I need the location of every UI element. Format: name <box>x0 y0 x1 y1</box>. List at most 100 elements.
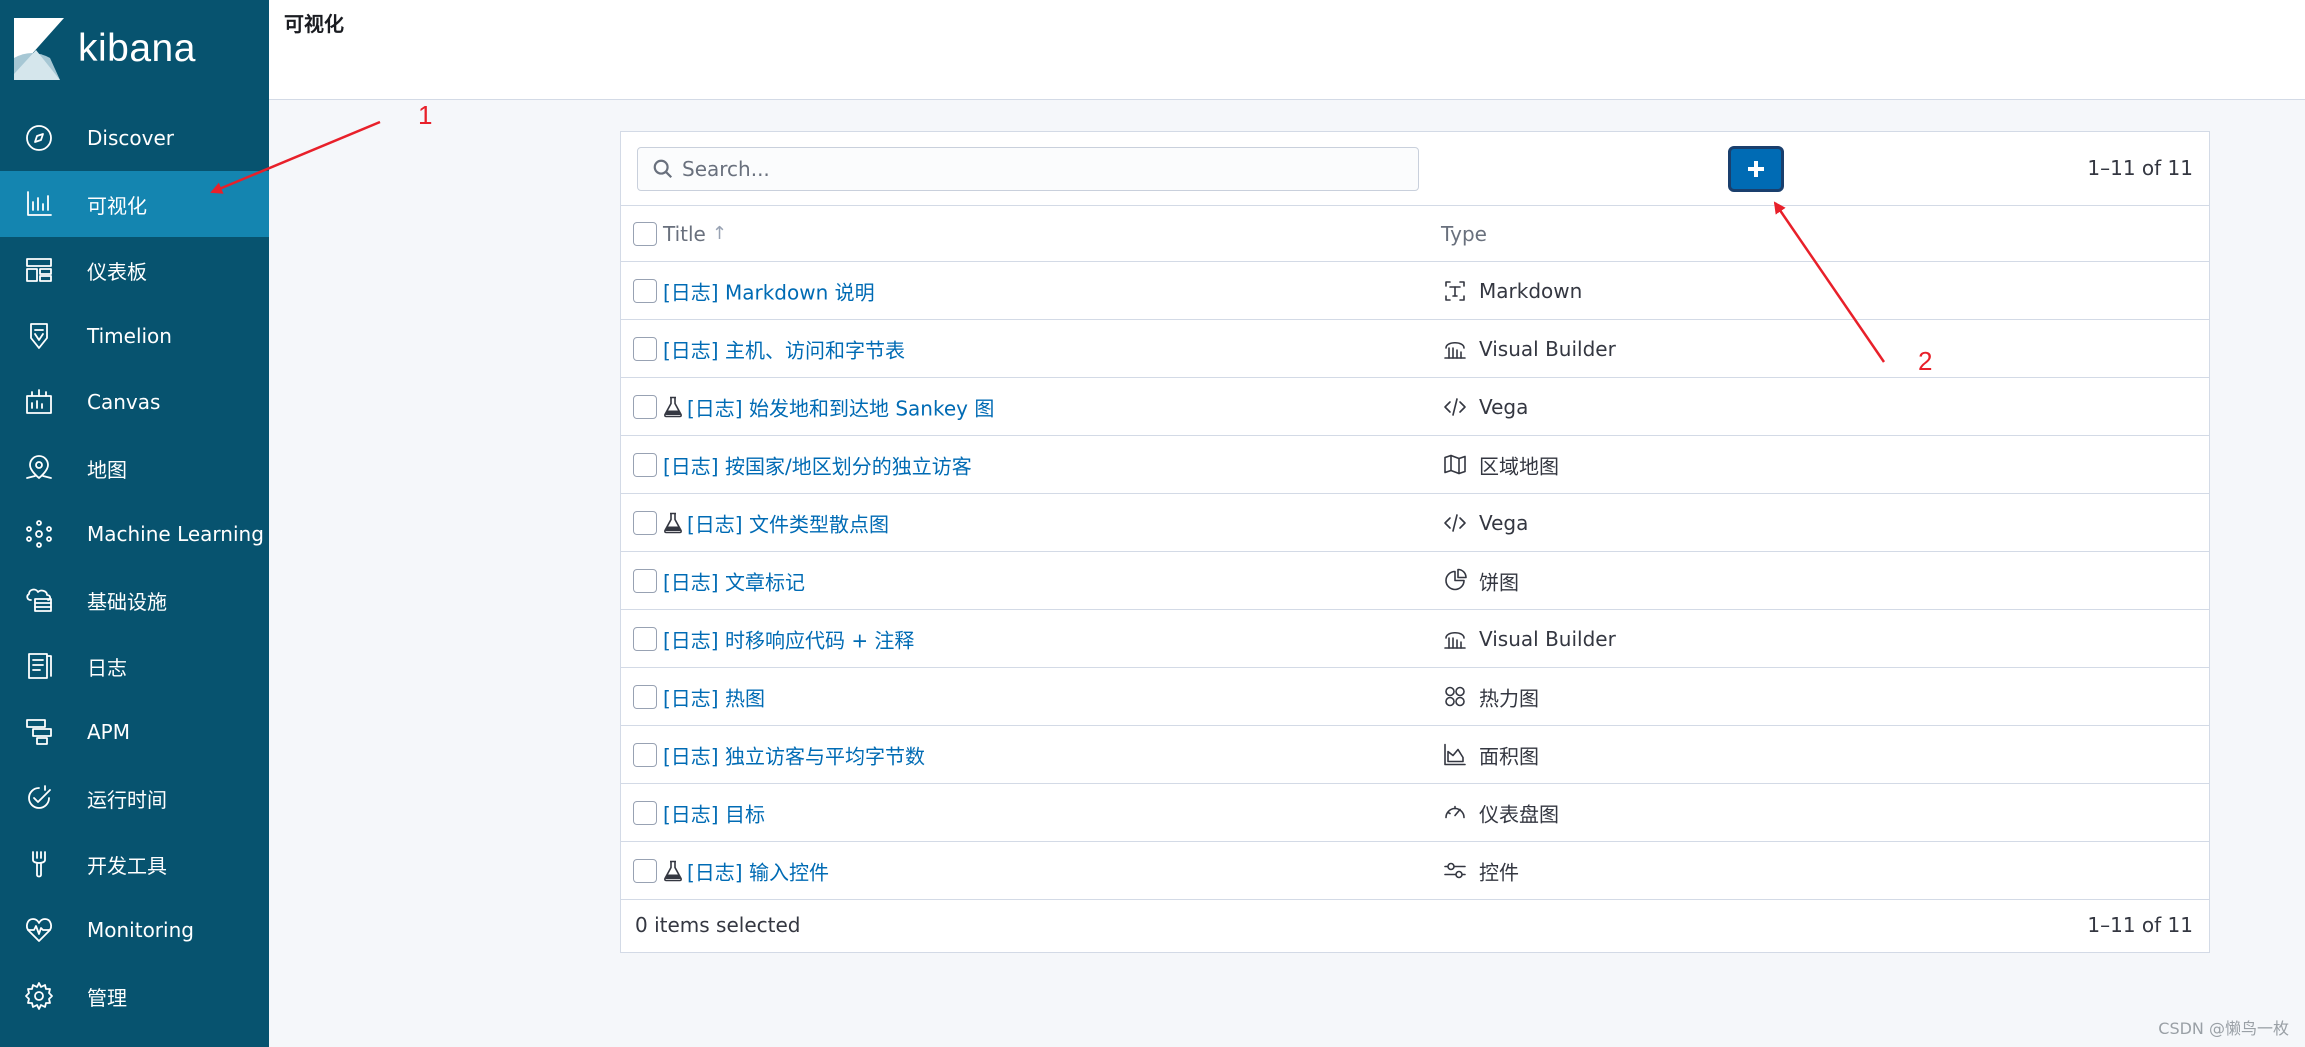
sidebar-item-10[interactable]: 运行时间 <box>0 765 269 831</box>
pagination-count-top: 1–11 of 11 <box>2087 156 2193 180</box>
row-type-cell: 热力图 <box>1441 682 1539 711</box>
row-checkbox[interactable] <box>633 394 657 419</box>
search-input[interactable] <box>682 157 1402 181</box>
table-footer: 0 items selected 1–11 of 11 <box>621 897 2209 953</box>
sidebar-item-0[interactable]: Discover <box>0 105 269 171</box>
row-type-cell: Visual Builder <box>1441 335 1616 363</box>
uptime-icon <box>22 781 56 815</box>
visualization-title-link[interactable]: [日志] 时移响应代码 + 注释 <box>663 624 914 653</box>
table-body: [日志] Markdown 说明 Markdown [日志] 主机、访问和字节表 Vi… <box>621 262 2209 900</box>
apm-icon <box>22 715 56 749</box>
logo-text: kibana <box>78 27 196 70</box>
sidebar-item-label: 日志 <box>87 655 127 680</box>
visualization-title-link[interactable]: [日志] 主机、访问和字节表 <box>663 334 905 363</box>
sidebar-item-label: Discover <box>87 126 174 150</box>
row-title-cell: [日志] 文件类型散点图 <box>663 508 889 537</box>
dev-tools-icon <box>22 847 56 881</box>
search-box[interactable] <box>637 147 1419 191</box>
sidebar-item-13[interactable]: 管理 <box>0 963 269 1029</box>
visualization-title-link[interactable]: [日志] 文件类型散点图 <box>687 508 889 537</box>
sidebar-item-label: Canvas <box>87 390 161 414</box>
timelion-icon <box>22 319 56 353</box>
visualization-title-link[interactable]: [日志] 目标 <box>663 798 765 827</box>
row-title-cell: [日志] 时移响应代码 + 注释 <box>663 624 914 653</box>
sidebar-item-9[interactable]: APM <box>0 699 269 765</box>
row-checkbox[interactable] <box>633 510 657 535</box>
row-title-cell: [日志] 文章标记 <box>663 566 805 595</box>
visualization-type-label: Vega <box>1479 510 1529 535</box>
sidebar-item-label: 地图 <box>87 457 127 482</box>
row-checkbox[interactable] <box>633 800 657 825</box>
visualization-type-label: Vega <box>1479 394 1529 419</box>
column-title-label: Title <box>663 221 706 246</box>
table-row: [日志] 时移响应代码 + 注释 Visual Builder <box>621 610 2209 668</box>
visualization-title-link[interactable]: [日志] Markdown 说明 <box>663 276 875 305</box>
sidebar-item-label: Timelion <box>87 324 172 348</box>
visualization-type-label: 控件 <box>1479 860 1519 884</box>
sidebar-item-2[interactable]: 仪表板 <box>0 237 269 303</box>
sidebar-item-3[interactable]: Timelion <box>0 303 269 369</box>
visualization-type-label: 热力图 <box>1479 686 1539 710</box>
page-header: 可视化 <box>269 0 2305 100</box>
code-icon <box>1441 509 1469 537</box>
sidebar-item-5[interactable]: 地图 <box>0 435 269 501</box>
row-type-cell: 控件 <box>1441 856 1519 885</box>
visualization-title-link[interactable]: [日志] 输入控件 <box>687 856 829 885</box>
row-checkbox[interactable] <box>633 336 657 361</box>
table-row: [日志] 热图 热力图 <box>621 668 2209 726</box>
column-header-type[interactable]: Type <box>1441 222 1487 246</box>
table-row: [日志] 独立访客与平均字节数 面积图 <box>621 726 2209 784</box>
table-row: [日志] 输入控件 控件 <box>621 842 2209 900</box>
row-type-cell: 饼图 <box>1441 566 1519 595</box>
visualization-title-link[interactable]: [日志] 按国家/地区划分的独立访客 <box>663 450 972 479</box>
table-row: [日志] 按国家/地区划分的独立访客 区域地图 <box>621 436 2209 494</box>
sidebar-item-8[interactable]: 日志 <box>0 633 269 699</box>
row-checkbox[interactable] <box>633 742 657 767</box>
row-checkbox[interactable] <box>633 568 657 593</box>
beaker-icon <box>663 396 683 418</box>
table-header: Title ↑ Type <box>621 205 2209 262</box>
map-icon <box>1441 451 1469 479</box>
sidebar-item-label: 开发工具 <box>87 853 167 878</box>
row-type-cell: Vega <box>1441 393 1528 421</box>
heatmap-icon <box>1441 683 1469 711</box>
annotation-label-2: 2 <box>1918 346 1933 376</box>
row-checkbox[interactable] <box>633 858 657 883</box>
visual-builder-icon <box>1441 335 1469 363</box>
sidebar-item-1[interactable]: 可视化 <box>0 171 269 237</box>
pagination-count-bottom: 1–11 of 11 <box>2087 913 2193 937</box>
row-checkbox[interactable] <box>633 278 657 303</box>
sidebar-item-11[interactable]: 开发工具 <box>0 831 269 897</box>
sidebar-item-6[interactable]: Machine Learning <box>0 501 269 567</box>
canvas-icon <box>22 385 56 419</box>
sidebar-item-4[interactable]: Canvas <box>0 369 269 435</box>
kibana-logo[interactable]: kibana <box>14 18 196 80</box>
row-checkbox[interactable] <box>633 452 657 477</box>
row-checkbox[interactable] <box>633 626 657 651</box>
row-checkbox[interactable] <box>633 684 657 709</box>
visualize-icon <box>22 187 56 221</box>
row-type-cell: Vega <box>1441 509 1528 537</box>
table-row: [日志] 文章标记 饼图 <box>621 552 2209 610</box>
select-all-checkbox[interactable] <box>633 221 657 246</box>
row-title-cell: [日志] 热图 <box>663 682 765 711</box>
visualization-title-link[interactable]: [日志] 热图 <box>663 682 765 711</box>
compass-icon <box>22 121 56 155</box>
visualization-type-label: Visual Builder <box>1479 626 1616 651</box>
dashboard-icon <box>22 253 56 287</box>
gear-icon <box>22 979 56 1013</box>
row-title-cell: [日志] Markdown 说明 <box>663 276 875 305</box>
sidebar-item-7[interactable]: 基础设施 <box>0 567 269 633</box>
sidebar-item-12[interactable]: Monitoring <box>0 897 269 963</box>
row-title-cell: [日志] 输入控件 <box>663 856 829 885</box>
search-icon <box>652 158 674 180</box>
create-visualization-button[interactable] <box>1728 146 1784 192</box>
column-header-title[interactable]: Title ↑ <box>663 222 727 246</box>
visualization-title-link[interactable]: [日志] 始发地和到达地 Sankey 图 <box>687 392 994 421</box>
visualization-title-link[interactable]: [日志] 独立访客与平均字节数 <box>663 740 925 769</box>
visualization-title-link[interactable]: [日志] 文章标记 <box>663 566 805 595</box>
visualizations-panel: 1–11 of 11 Title ↑ Type [日志] Markdown 说明… <box>620 131 2210 953</box>
monitoring-icon <box>22 913 56 947</box>
sidebar-nav: Discover 可视化 仪表板 Timelion Canvas 地图 Machine Le… <box>0 105 269 1029</box>
sidebar-item-label: Monitoring <box>87 918 194 942</box>
